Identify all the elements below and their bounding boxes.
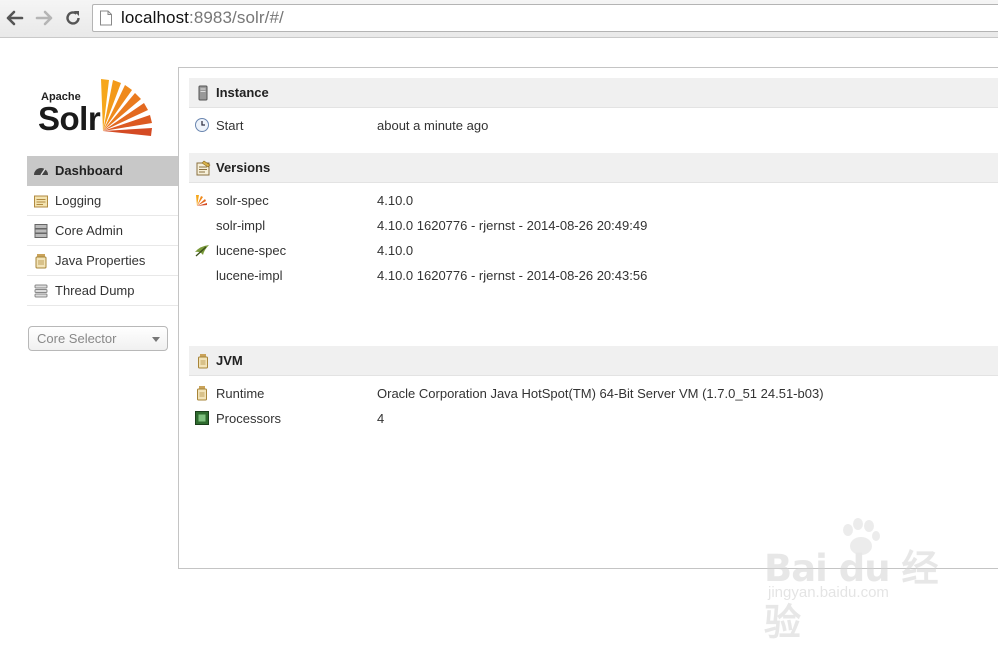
- row-value: 4.10.0 1620776 - rjernst - 2014-08-26 20…: [377, 267, 648, 283]
- logging-icon: [34, 195, 48, 207]
- menu-item-label: Dashboard: [55, 163, 123, 178]
- info-row: Processors 4: [189, 408, 998, 428]
- solr-sun-icon: [101, 79, 152, 136]
- forward-button[interactable]: [33, 7, 55, 29]
- row-label: Runtime: [216, 385, 265, 401]
- info-row: lucene-spec 4.10.0: [189, 240, 998, 260]
- row-label: Processors: [216, 410, 282, 426]
- reload-icon: [66, 11, 80, 25]
- core-admin-icon: [34, 223, 48, 238]
- solr-icon: [196, 195, 207, 206]
- url-path: :8983/solr/#/: [189, 8, 284, 27]
- url-text[interactable]: localhost:8983/solr/#/: [121, 8, 284, 28]
- java-properties-icon: [35, 253, 47, 268]
- section-title: JVM: [216, 353, 243, 368]
- menu-item-logging[interactable]: Logging: [27, 186, 178, 216]
- menu-item-dashboard[interactable]: Dashboard: [27, 156, 178, 186]
- menu-item-label: Core Admin: [55, 223, 123, 238]
- info-row: Start about a minute ago: [189, 115, 998, 135]
- row-label: lucene-impl: [216, 267, 283, 283]
- sidebar: Apache Solr Dashboard Logging Core Admin…: [0, 38, 178, 627]
- section-title: Versions: [216, 160, 271, 175]
- menu-item-label: Java Properties: [55, 253, 146, 268]
- back-arrow-icon: [6, 10, 24, 26]
- core-selector-dropdown[interactable]: Core Selector: [28, 326, 168, 351]
- info-row: Runtime Oracle Corporation Java HotSpot(…: [189, 383, 998, 403]
- forward-arrow-icon: [35, 10, 53, 26]
- section-header: Versions: [189, 153, 998, 183]
- row-label: solr-spec: [216, 192, 269, 208]
- info-row: solr-impl 4.10.0 1620776 - rjernst - 201…: [189, 215, 998, 235]
- versions-icon: [196, 160, 211, 175]
- main-menu: Dashboard Logging Core Admin Java Proper…: [27, 156, 178, 306]
- jar-icon: [198, 353, 208, 368]
- row-value: 4.10.0: [377, 242, 414, 258]
- logo-solr-text: Solr: [38, 100, 101, 137]
- row-value: 4: [377, 410, 385, 426]
- browser-toolbar: localhost:8983/solr/#/: [0, 0, 998, 38]
- address-bar[interactable]: localhost:8983/solr/#/: [92, 4, 998, 32]
- info-row: lucene-impl 4.10.0 1620776 - rjernst - 2…: [189, 265, 998, 285]
- reload-button[interactable]: [62, 7, 84, 29]
- row-value: 4.10.0: [377, 192, 414, 208]
- section-header: Instance: [189, 78, 998, 108]
- lucene-icon: [195, 245, 209, 257]
- menu-item-label: Thread Dump: [55, 283, 135, 298]
- clock-icon: [195, 118, 209, 132]
- menu-item-label: Logging: [55, 193, 102, 208]
- info-row: solr-spec 4.10.0: [189, 190, 998, 210]
- section-header: JVM: [189, 346, 998, 376]
- row-label: lucene-spec: [216, 242, 287, 258]
- thread-dump-icon: [34, 284, 48, 297]
- watermark-url: jingyan.baidu.com: [768, 584, 889, 601]
- jar-icon: [197, 386, 207, 401]
- row-value: about a minute ago: [377, 117, 489, 133]
- server-icon: [198, 85, 208, 100]
- menu-item-core-admin[interactable]: Core Admin: [27, 216, 178, 246]
- section-title: Instance: [216, 85, 269, 100]
- row-value: Oracle Corporation Java HotSpot(TM) 64-B…: [377, 385, 824, 401]
- chip-icon: [195, 411, 209, 425]
- menu-item-java-properties[interactable]: Java Properties: [27, 246, 178, 276]
- menu-item-thread-dump[interactable]: Thread Dump: [27, 276, 178, 306]
- back-button[interactable]: [4, 7, 26, 29]
- dashboard-icon: [34, 167, 48, 175]
- solr-logo[interactable]: Apache Solr: [38, 73, 162, 137]
- row-label: Start: [216, 117, 244, 133]
- core-selector-label: Core Selector: [37, 331, 117, 346]
- versions-section: Versions solr-spec 4.10.0 solr-impl 4.10…: [189, 153, 998, 283]
- chevron-down-icon: [152, 337, 160, 342]
- row-label: solr-impl: [216, 217, 266, 233]
- instance-section: Instance Start about a minute ago: [189, 78, 998, 148]
- watermark: Bai du 经验 jingyan.baidu.com: [764, 518, 954, 644]
- dashboard-panel: Instance Start about a minute ago Versio…: [178, 67, 998, 569]
- page-icon: [100, 10, 112, 26]
- row-value: 4.10.0 1620776 - rjernst - 2014-08-26 20…: [377, 217, 648, 233]
- url-host: localhost: [121, 8, 189, 27]
- jvm-section: JVM Runtime Oracle Corporation Java HotS…: [189, 346, 998, 436]
